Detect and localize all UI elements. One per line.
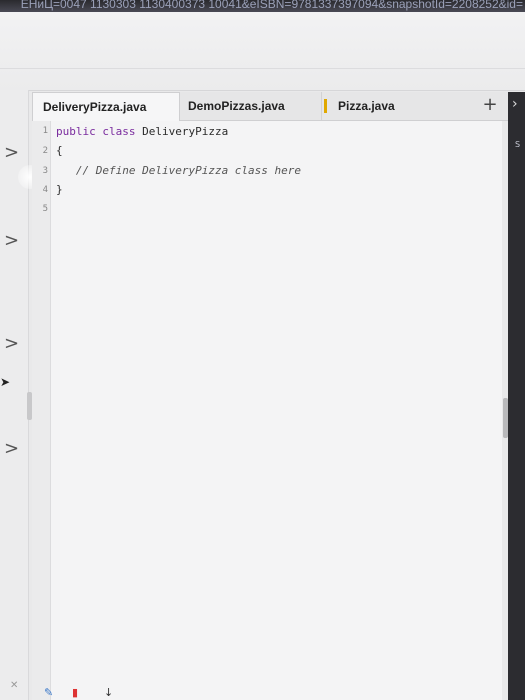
- chevron-right-icon[interactable]: >: [4, 144, 19, 162]
- code-editor[interactable]: 1 2 3 4 5 public class DeliveryPizza { /…: [32, 121, 502, 700]
- scrollbar-handle[interactable]: [503, 398, 508, 438]
- code-line[interactable]: }: [56, 183, 63, 196]
- chevron-right-icon[interactable]: >: [4, 335, 19, 353]
- download-icon[interactable]: ↓: [104, 686, 113, 699]
- line-number: 4: [42, 185, 48, 195]
- line-number: 1: [42, 126, 48, 136]
- line-number: 3: [42, 166, 48, 176]
- line-number: 5: [42, 204, 48, 214]
- tab-pizza-java[interactable]: Pizza.java: [324, 92, 464, 120]
- line-number: 2: [42, 146, 48, 156]
- right-panel-edge: [508, 92, 525, 700]
- url-text: ЕНиЦ=0047 1130303 1130400373 10041&eISBN…: [20, 0, 523, 11]
- pencil-icon[interactable]: ✎: [44, 686, 53, 699]
- chrome-divider: [0, 68, 525, 69]
- add-file-button[interactable]: +: [480, 95, 500, 115]
- code-line[interactable]: public class DeliveryPizza: [56, 125, 228, 138]
- browser-url-strip: ЕНиЦ=0047 1130303 1130400373 10041&eISBN…: [0, 0, 525, 12]
- class-name: DeliveryPizza: [142, 125, 229, 138]
- right-panel-letter: S: [515, 140, 521, 149]
- line-number-gutter: 1 2 3 4 5: [32, 121, 51, 700]
- keyword: public: [56, 125, 96, 138]
- editor-tab-bar: DeliveryPizza.java DemoPizzas.java Pizza…: [32, 92, 516, 121]
- browser-chrome: [0, 12, 525, 91]
- trash-icon[interactable]: ▮: [72, 686, 78, 699]
- chevron-right-icon[interactable]: >: [4, 440, 19, 458]
- tab-deliverypizza-java[interactable]: DeliveryPizza.java: [32, 92, 180, 121]
- chevron-right-icon[interactable]: >: [4, 232, 19, 250]
- close-icon[interactable]: ✕: [10, 680, 18, 691]
- tab-demopizzas-java[interactable]: DemoPizzas.java: [182, 92, 322, 120]
- keyword: class: [102, 125, 136, 138]
- code-line[interactable]: {: [56, 144, 63, 157]
- chevron-right-icon[interactable]: ›: [512, 96, 518, 112]
- code-comment-line[interactable]: // Define DeliveryPizza class here: [56, 164, 301, 177]
- mouse-cursor-icon: ➤: [0, 375, 11, 389]
